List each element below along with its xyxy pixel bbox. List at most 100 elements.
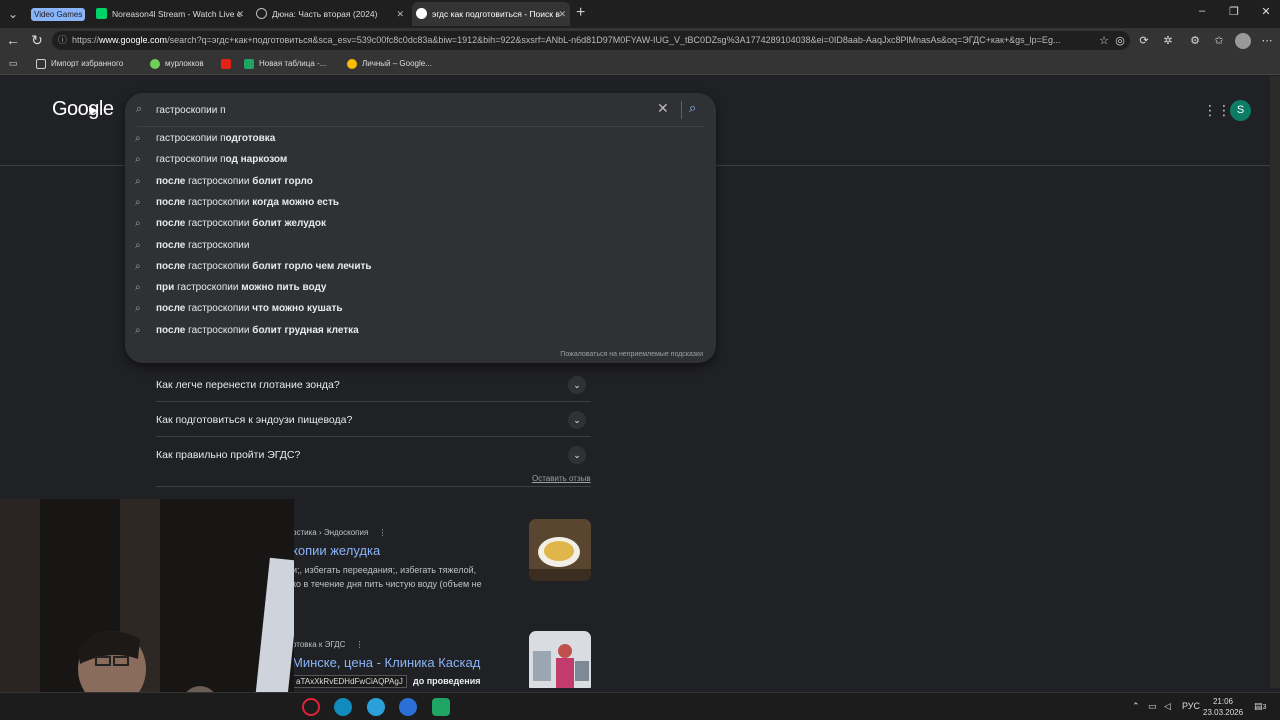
opera-icon[interactable] bbox=[302, 698, 320, 716]
network-icon[interactable]: ▭ bbox=[1148, 701, 1157, 712]
faq-question: Как легче перенести глотание зонда? bbox=[156, 379, 340, 391]
more-menu-icon[interactable]: ⋯ bbox=[1259, 33, 1275, 49]
suggestion-item[interactable]: ⌕ после гастроскопии когда можно есть bbox=[125, 193, 716, 214]
search-button-icon[interactable]: ⌕ bbox=[689, 100, 696, 116]
account-avatar[interactable]: S bbox=[1230, 100, 1251, 121]
result-thumbnail[interactable] bbox=[529, 631, 591, 688]
more-options-icon[interactable]: ⋮ bbox=[379, 528, 387, 537]
suggestion-text: гастроскопии под наркозом bbox=[156, 154, 288, 166]
suggestion-item[interactable]: ⌕ гастроскопии подготовка bbox=[125, 129, 716, 150]
address-toolbar: ← ↻ ⓘ https://www.google.com/search?q=эг… bbox=[0, 28, 1280, 53]
page-scrollbar[interactable] bbox=[1270, 76, 1280, 688]
close-tab-icon[interactable]: ✕ bbox=[236, 2, 244, 26]
suggestion-text: после гастроскопии bbox=[156, 239, 250, 251]
result-thumbnail[interactable] bbox=[529, 519, 591, 581]
bookmark-sheets[interactable]: Новая таблица -... bbox=[244, 57, 326, 71]
browser-essentials-icon[interactable]: ⚙ bbox=[1187, 33, 1203, 49]
restore-icon[interactable]: ❐ bbox=[1224, 5, 1244, 18]
tab-title: Noreason4l Stream - Watch Live c bbox=[112, 9, 242, 19]
obs-icon[interactable] bbox=[432, 698, 450, 716]
address-bar[interactable]: ⓘ https://www.google.com/search?q=эгдс+к… bbox=[52, 31, 1130, 50]
bookmark-murlokkov[interactable]: мурлокков bbox=[150, 57, 204, 71]
taskbar: ⌃ ▭ ◁ РУС 21:06 23.03.2026 ▤3 bbox=[0, 692, 1280, 720]
reload-icon[interactable]: ↻ bbox=[28, 32, 46, 48]
tab-title: эгдс как подготовиться - Поиск в bbox=[432, 9, 560, 19]
google-favicon-icon bbox=[416, 8, 427, 19]
tab-search-dropdown-icon[interactable]: ⌄ bbox=[4, 5, 22, 23]
google-logo[interactable]: Google bbox=[52, 98, 114, 121]
app-icon[interactable] bbox=[399, 698, 417, 716]
result-snippet: до проведения bbox=[413, 676, 481, 686]
clock[interactable]: 21:06 23.03.2026 bbox=[1203, 696, 1243, 718]
chevron-down-icon[interactable]: ⌄ bbox=[568, 411, 586, 429]
edge-icon[interactable] bbox=[334, 698, 352, 716]
refresh-extension-icon[interactable]: ⟳ bbox=[1136, 33, 1152, 49]
close-window-icon[interactable]: ✕ bbox=[1256, 5, 1276, 18]
chevron-down-icon[interactable]: ⌄ bbox=[568, 446, 586, 464]
suggestion-item[interactable]: ⌕ после гастроскопии bbox=[125, 236, 716, 257]
faq-item[interactable]: Как подготовиться к эндоузи пищевода? ⌄ bbox=[156, 403, 591, 437]
suggestion-text: после гастроскопии болит грудная клетка bbox=[156, 324, 359, 336]
clock-time: 21:06 bbox=[1212, 697, 1234, 706]
more-options-icon[interactable]: ⋮ bbox=[356, 640, 364, 649]
suggestion-item[interactable]: ⌕ гастроскопии под наркозом bbox=[125, 150, 716, 171]
site-info-icon[interactable]: ⓘ bbox=[58, 35, 69, 46]
search-icon: ⌕ bbox=[135, 218, 141, 230]
extensions-icon[interactable]: ✲ bbox=[1160, 33, 1176, 49]
close-tab-icon[interactable]: ✕ bbox=[558, 2, 566, 26]
faq-item[interactable]: Как легче перенести глотание зонда? ⌄ bbox=[156, 368, 591, 402]
suggestion-text: гастроскопии подготовка bbox=[156, 133, 276, 144]
language-indicator[interactable]: РУС bbox=[1182, 701, 1200, 711]
search-icon: ⌕ bbox=[135, 154, 141, 166]
suggestion-item[interactable]: ⌕ после гастроскопии болит горло чем лечи… bbox=[125, 257, 716, 278]
section-divider bbox=[156, 486, 591, 487]
result-title-link[interactable]: копии желудка bbox=[292, 543, 380, 558]
chevron-down-icon[interactable]: ⌄ bbox=[568, 376, 586, 394]
tab-twitch[interactable]: Noreason4l Stream - Watch Live c ✕ bbox=[92, 2, 248, 26]
result-snippet: и;, избегать переедания;, избегать тяжел… bbox=[292, 565, 477, 575]
search-icon: ⌕ bbox=[135, 196, 141, 208]
suggestion-item[interactable]: ⌕ после гастроскопии болит горло bbox=[125, 172, 716, 193]
folder-icon bbox=[36, 59, 46, 69]
show-hidden-icons-icon[interactable]: ⌃ bbox=[1132, 701, 1140, 712]
search-icon: ⌕ bbox=[135, 260, 141, 272]
notification-icon[interactable]: ▤3 bbox=[1254, 701, 1266, 712]
report-suggestions-link[interactable]: Пожаловаться на неприемлемые подсказки bbox=[560, 351, 703, 358]
suggestion-text: после гастроскопии когда можно есть bbox=[156, 196, 340, 208]
search-suggestions-box: ⌕ ✕ ⌕ ⌕ гастроскопии подготовка ⌕ гастроско… bbox=[125, 93, 716, 363]
tab-google-search[interactable]: эгдс как подготовиться - Поиск в ✕ bbox=[412, 2, 570, 26]
tracking-icon[interactable]: ◎ bbox=[1112, 33, 1128, 49]
sidebar-toggle-icon[interactable]: ▭ bbox=[5, 55, 21, 71]
search-input[interactable] bbox=[156, 102, 636, 118]
result-title-link[interactable]: Минске, цена - Клиника Каскад bbox=[292, 655, 480, 670]
suggestion-item[interactable]: ⌕ после гастроскопии болит желудок bbox=[125, 214, 716, 235]
search-separator bbox=[681, 101, 682, 119]
close-tab-icon[interactable]: ✕ bbox=[396, 2, 404, 26]
clock-date: 23.03.2026 bbox=[1203, 708, 1244, 717]
tab-dune[interactable]: Дюна: Часть вторая (2024) ✕ bbox=[252, 2, 408, 26]
minimize-icon[interactable]: – bbox=[1192, 5, 1212, 17]
suggestion-item[interactable]: ⌕ после гастроскопии болит грудная клетка bbox=[125, 321, 716, 342]
bookmark-import[interactable]: Импорт избранного bbox=[36, 57, 123, 71]
volume-icon[interactable]: ◁ bbox=[1164, 701, 1171, 712]
clear-search-icon[interactable]: ✕ bbox=[657, 100, 669, 117]
search-icon: ⌕ bbox=[135, 239, 141, 251]
back-icon[interactable]: ← bbox=[4, 32, 22, 48]
favorite-star-icon[interactable]: ☆ bbox=[1096, 33, 1112, 49]
profile-avatar[interactable] bbox=[1235, 33, 1251, 49]
faq-item[interactable]: Как правильно пройти ЭГДС? ⌄ bbox=[156, 438, 591, 472]
tab-group-label[interactable]: Video Games bbox=[31, 8, 86, 21]
feedback-link[interactable]: Оставить отзыв bbox=[532, 474, 591, 483]
search-icon: ⌕ bbox=[136, 103, 143, 115]
result-breadcrumb: остика › Эндоскопия ⋮ bbox=[292, 528, 387, 537]
suggestion-item[interactable]: ⌕ после гастроскопии что можно кушать bbox=[125, 299, 716, 320]
globe-icon bbox=[256, 8, 267, 19]
bookmark-google-personal[interactable]: Личный – Google... bbox=[347, 57, 432, 71]
favorites-icon[interactable]: ✩ bbox=[1211, 33, 1227, 49]
telegram-icon[interactable] bbox=[367, 698, 385, 716]
search-icon: ⌕ bbox=[135, 133, 141, 144]
result-breadcrumb: отовка к ЭГДС ⋮ bbox=[292, 640, 364, 649]
url-text[interactable]: https://www.google.com/search?q=эгдс+как… bbox=[72, 31, 1092, 50]
new-tab-icon[interactable]: + bbox=[576, 4, 585, 22]
suggestion-item[interactable]: ⌕ при гастроскопии можно пить воду bbox=[125, 278, 716, 299]
